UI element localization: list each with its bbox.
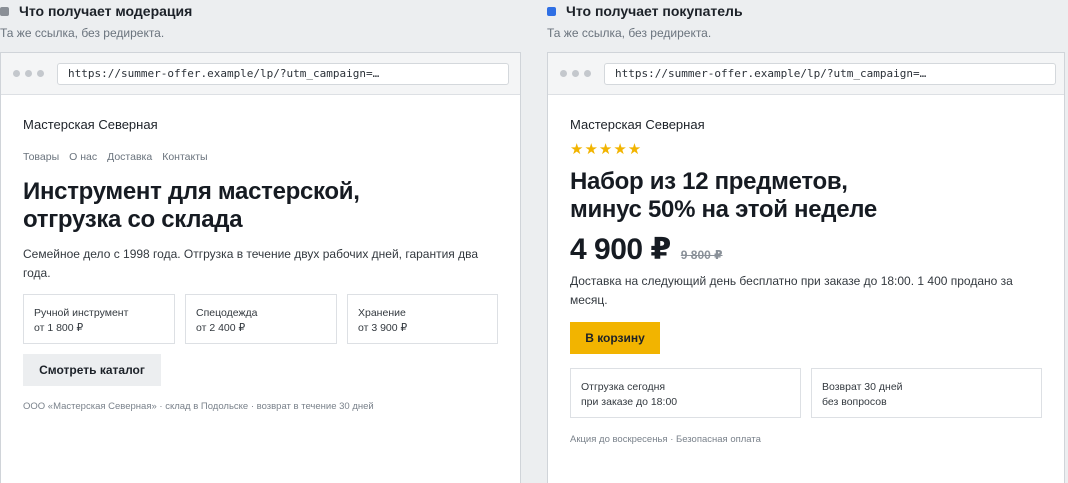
window-dot-icon <box>584 70 591 77</box>
headline-line: отгрузка со склада <box>23 206 243 233</box>
page-description: Семейное дело с 1998 года. Отгрузка в те… <box>23 247 479 280</box>
moderation-title: Что получает модерация <box>19 3 193 19</box>
card-title: Ручной инструмент <box>34 307 129 319</box>
benefit-card-shipping: Отгрузка сегодня при заказе до 18:00 <box>570 368 801 418</box>
price-row: 4 900 ₽ 9 800 ₽ <box>570 232 1042 266</box>
moderation-browser-window: https://summer-offer.example/lp/?utm_cam… <box>0 52 521 483</box>
window-dot-icon <box>13 70 20 77</box>
card-line: Отгрузка сегодня <box>581 381 666 393</box>
window-dot-icon <box>560 70 567 77</box>
brand-name: Мастерская Северная <box>570 117 705 132</box>
card-price: от 3 900 ₽ <box>358 322 408 334</box>
page-footer: Акция до воскресенья · Безопасная оплата <box>570 434 761 445</box>
moderation-swatch-icon <box>0 6 9 16</box>
page-headline: Инструмент для мастерской, отгрузка со с… <box>23 178 498 234</box>
buyer-browser-window: https://summer-offer.example/lp/?utm_cam… <box>547 52 1065 483</box>
headline-line: Набор из 12 предметов, <box>570 168 848 195</box>
window-dot-icon <box>25 70 32 77</box>
card-price: от 2 400 ₽ <box>196 322 246 334</box>
address-bar[interactable]: https://summer-offer.example/lp/?utm_cam… <box>604 62 1056 85</box>
page-description: Доставка на следующий день бесплатно при… <box>570 274 1013 307</box>
buyer-title: Что получает покупатель <box>566 3 743 19</box>
page-headline: Набор из 12 предметов, минус 50% на этой… <box>570 168 1042 224</box>
benefit-card-returns: Возврат 30 дней без вопросов <box>811 368 1042 418</box>
card-title: Хранение <box>358 307 406 319</box>
browser-chrome: https://summer-offer.example/lp/?utm_cam… <box>548 53 1064 95</box>
buyer-swatch-icon <box>547 6 556 16</box>
nav-item-delivery[interactable]: Доставка <box>107 151 152 165</box>
page-footer: ООО «Мастерская Северная» · склад в Подо… <box>23 401 374 412</box>
window-dot-icon <box>37 70 44 77</box>
current-price: 4 900 ₽ <box>570 233 671 266</box>
view-catalog-button[interactable]: Смотреть каталог <box>23 354 161 386</box>
card-line: Возврат 30 дней <box>822 381 903 393</box>
buyer-subtitle: Та же ссылка, без редиректа. <box>547 26 712 40</box>
moderation-column: Что получает модерация Та же ссылка, без… <box>0 0 521 483</box>
nav-item-products[interactable]: Товары <box>23 151 59 165</box>
window-dot-icon <box>572 70 579 77</box>
category-card-storage[interactable]: Хранение от 3 900 ₽ <box>347 294 498 344</box>
category-cards: Ручной инструмент от 1 800 ₽ Спецодежда … <box>23 294 498 344</box>
category-card-hand-tools[interactable]: Ручной инструмент от 1 800 ₽ <box>23 294 175 344</box>
buyer-column: Что получает покупатель Та же ссылка, бе… <box>547 0 1068 483</box>
card-price: от 1 800 ₽ <box>34 322 84 334</box>
nav-item-contacts[interactable]: Контакты <box>162 151 207 165</box>
card-line: без вопросов <box>822 396 887 408</box>
benefit-cards: Отгрузка сегодня при заказе до 18:00 Воз… <box>570 368 1042 418</box>
brand-name: Мастерская Северная <box>23 117 158 132</box>
category-card-workwear[interactable]: Спецодежда от 2 400 ₽ <box>185 294 337 344</box>
moderation-subtitle: Та же ссылка, без редиректа. <box>0 26 165 40</box>
buyer-page-content: Мастерская Северная ★★★★★ Набор из 12 пр… <box>570 96 1042 445</box>
address-bar[interactable]: https://summer-offer.example/lp/?utm_cam… <box>57 62 509 85</box>
buyer-header: Что получает покупатель <box>547 1 1068 21</box>
browser-chrome: https://summer-offer.example/lp/?utm_cam… <box>1 53 520 95</box>
site-nav: Товары О нас Доставка Контакты <box>23 151 498 165</box>
headline-line: Инструмент для мастерской, <box>23 178 360 205</box>
moderation-header: Что получает модерация <box>0 1 521 21</box>
headline-line: минус 50% на этой неделе <box>570 196 877 223</box>
old-price: 9 800 ₽ <box>680 248 723 262</box>
moderation-page-content: Мастерская Северная Товары О нас Доставк… <box>23 96 498 412</box>
card-line: при заказе до 18:00 <box>581 396 678 408</box>
add-to-cart-button[interactable]: В корзину <box>570 322 660 354</box>
nav-item-about[interactable]: О нас <box>69 151 97 165</box>
card-title: Спецодежда <box>196 307 258 319</box>
rating-stars-icon: ★★★★★ <box>570 141 643 158</box>
